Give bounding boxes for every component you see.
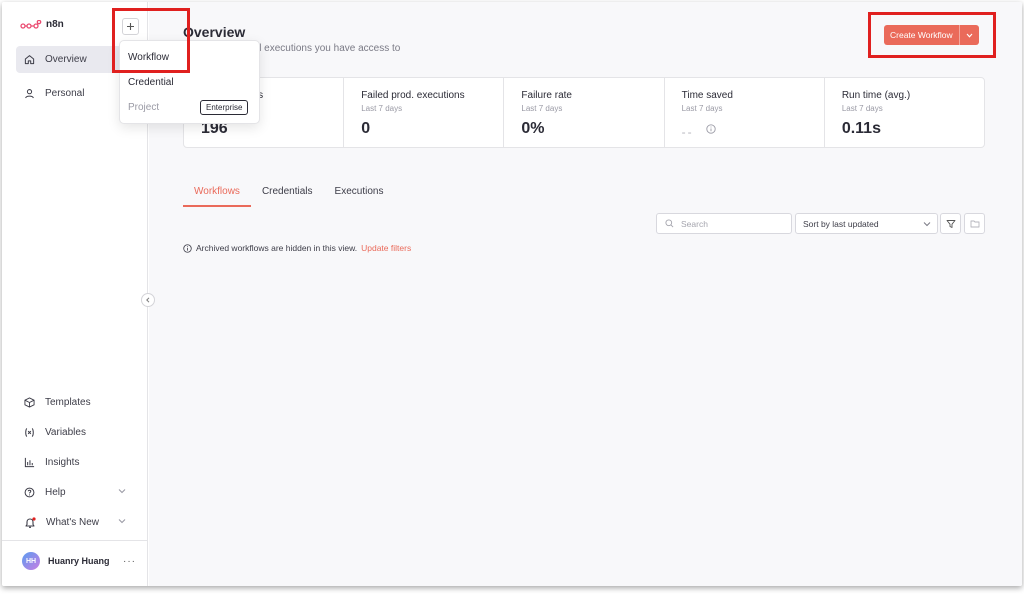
update-filters-link[interactable]: Update filters: [361, 243, 411, 253]
box-icon: [24, 397, 35, 408]
sidebar-divider: [2, 540, 148, 541]
tab-credentials[interactable]: Credentials: [251, 186, 324, 207]
folder-icon: [970, 220, 979, 228]
stat-value: --: [681, 125, 694, 139]
sidebar-item-label: What's New: [46, 517, 100, 528]
new-folder-button[interactable]: [964, 213, 985, 234]
stat-failure-rate[interactable]: Failure rate Last 7 days 0%: [504, 78, 665, 147]
stat-value: 0%: [521, 120, 545, 137]
n8n-logo-icon: [20, 19, 42, 29]
sidebar-item-label: Variables: [45, 427, 86, 438]
logo[interactable]: n8n: [20, 19, 64, 30]
enterprise-badge: Enterprise: [200, 100, 249, 115]
sidebar-item-label: Help: [45, 487, 66, 498]
stat-period: Last 7 days: [841, 104, 883, 113]
highlight-box-create-workflow: [868, 12, 996, 58]
user-name: Huanry Huang: [48, 556, 110, 566]
stat-run-time[interactable]: Run time (avg.) Last 7 days 0.11s: [825, 78, 984, 147]
logo-text: n8n: [46, 19, 64, 30]
stats-summary: ons 196 Failed prod. executions Last 7 d…: [183, 77, 985, 148]
stat-period: Last 7 days: [681, 104, 723, 113]
search-icon: [665, 219, 674, 228]
bell-icon: [25, 516, 36, 528]
highlight-box-new-menu: [112, 8, 190, 73]
sidebar-item-label: Insights: [45, 457, 80, 468]
user-menu[interactable]: HH Huanry Huang ···: [22, 552, 136, 570]
stat-time-saved[interactable]: Time saved Last 7 days --: [665, 78, 825, 147]
chevron-down-icon: [118, 519, 126, 524]
more-options-icon[interactable]: ···: [123, 556, 136, 567]
stat-label: Run time (avg.): [841, 90, 911, 101]
search-input[interactable]: Search: [656, 213, 792, 234]
chevron-down-icon: [923, 222, 931, 227]
main-content: Overview s, credentials and executions y…: [149, 2, 1022, 586]
sidebar-item-variables[interactable]: Variables: [16, 419, 140, 446]
collapse-sidebar-button[interactable]: [141, 293, 155, 307]
stat-period: Last 7 days: [361, 104, 403, 113]
info-icon[interactable]: [706, 124, 716, 134]
filter-icon: [946, 219, 955, 228]
stat-failed-executions[interactable]: Failed prod. executions Last 7 days 0: [344, 78, 505, 147]
stat-value: 0.11s: [841, 120, 881, 137]
sidebar-item-whats-new[interactable]: What's New: [16, 509, 140, 536]
chevron-left-icon: [146, 297, 150, 303]
sidebar-item-label: Overview: [45, 54, 87, 65]
chevron-down-icon: [118, 489, 126, 494]
help-circle-icon: [24, 487, 35, 498]
menu-item-project: Project: [128, 102, 160, 113]
sidebar-item-label: Templates: [45, 397, 91, 408]
filter-button[interactable]: [940, 213, 961, 234]
stat-value: 0: [361, 120, 371, 137]
archived-notice: Archived workflows are hidden in this vi…: [183, 243, 411, 253]
tab-executions[interactable]: Executions: [324, 186, 395, 207]
sort-select[interactable]: Sort by last updated: [795, 213, 938, 234]
menu-item-credential[interactable]: Credential: [128, 77, 174, 88]
app-window: n8n Overview Personal Templates Variable…: [2, 2, 1022, 586]
search-placeholder: Search: [681, 218, 708, 229]
chart-icon: [24, 457, 35, 468]
variables-icon: [25, 428, 34, 437]
avatar: HH: [22, 552, 40, 570]
sidebar-item-insights[interactable]: Insights: [16, 449, 140, 476]
page-title: Overview: [183, 24, 246, 40]
stat-period: Last 7 days: [521, 104, 563, 113]
archived-notice-text: Archived workflows are hidden in this vi…: [196, 243, 358, 253]
sidebar-item-help[interactable]: Help: [16, 479, 140, 506]
stat-label: Time saved: [681, 90, 733, 101]
sort-value: Sort by last updated: [803, 218, 879, 229]
stat-label: Failed prod. executions: [361, 90, 465, 101]
user-icon: [25, 89, 34, 99]
sidebar-item-label: Personal: [45, 88, 85, 99]
info-icon: [183, 243, 192, 253]
sidebar-item-templates[interactable]: Templates: [16, 389, 140, 416]
tab-workflows[interactable]: Workflows: [183, 186, 251, 207]
tab-bar: Workflows Credentials Executions: [183, 186, 394, 207]
stat-label: Failure rate: [521, 90, 572, 101]
home-icon: [24, 55, 35, 65]
